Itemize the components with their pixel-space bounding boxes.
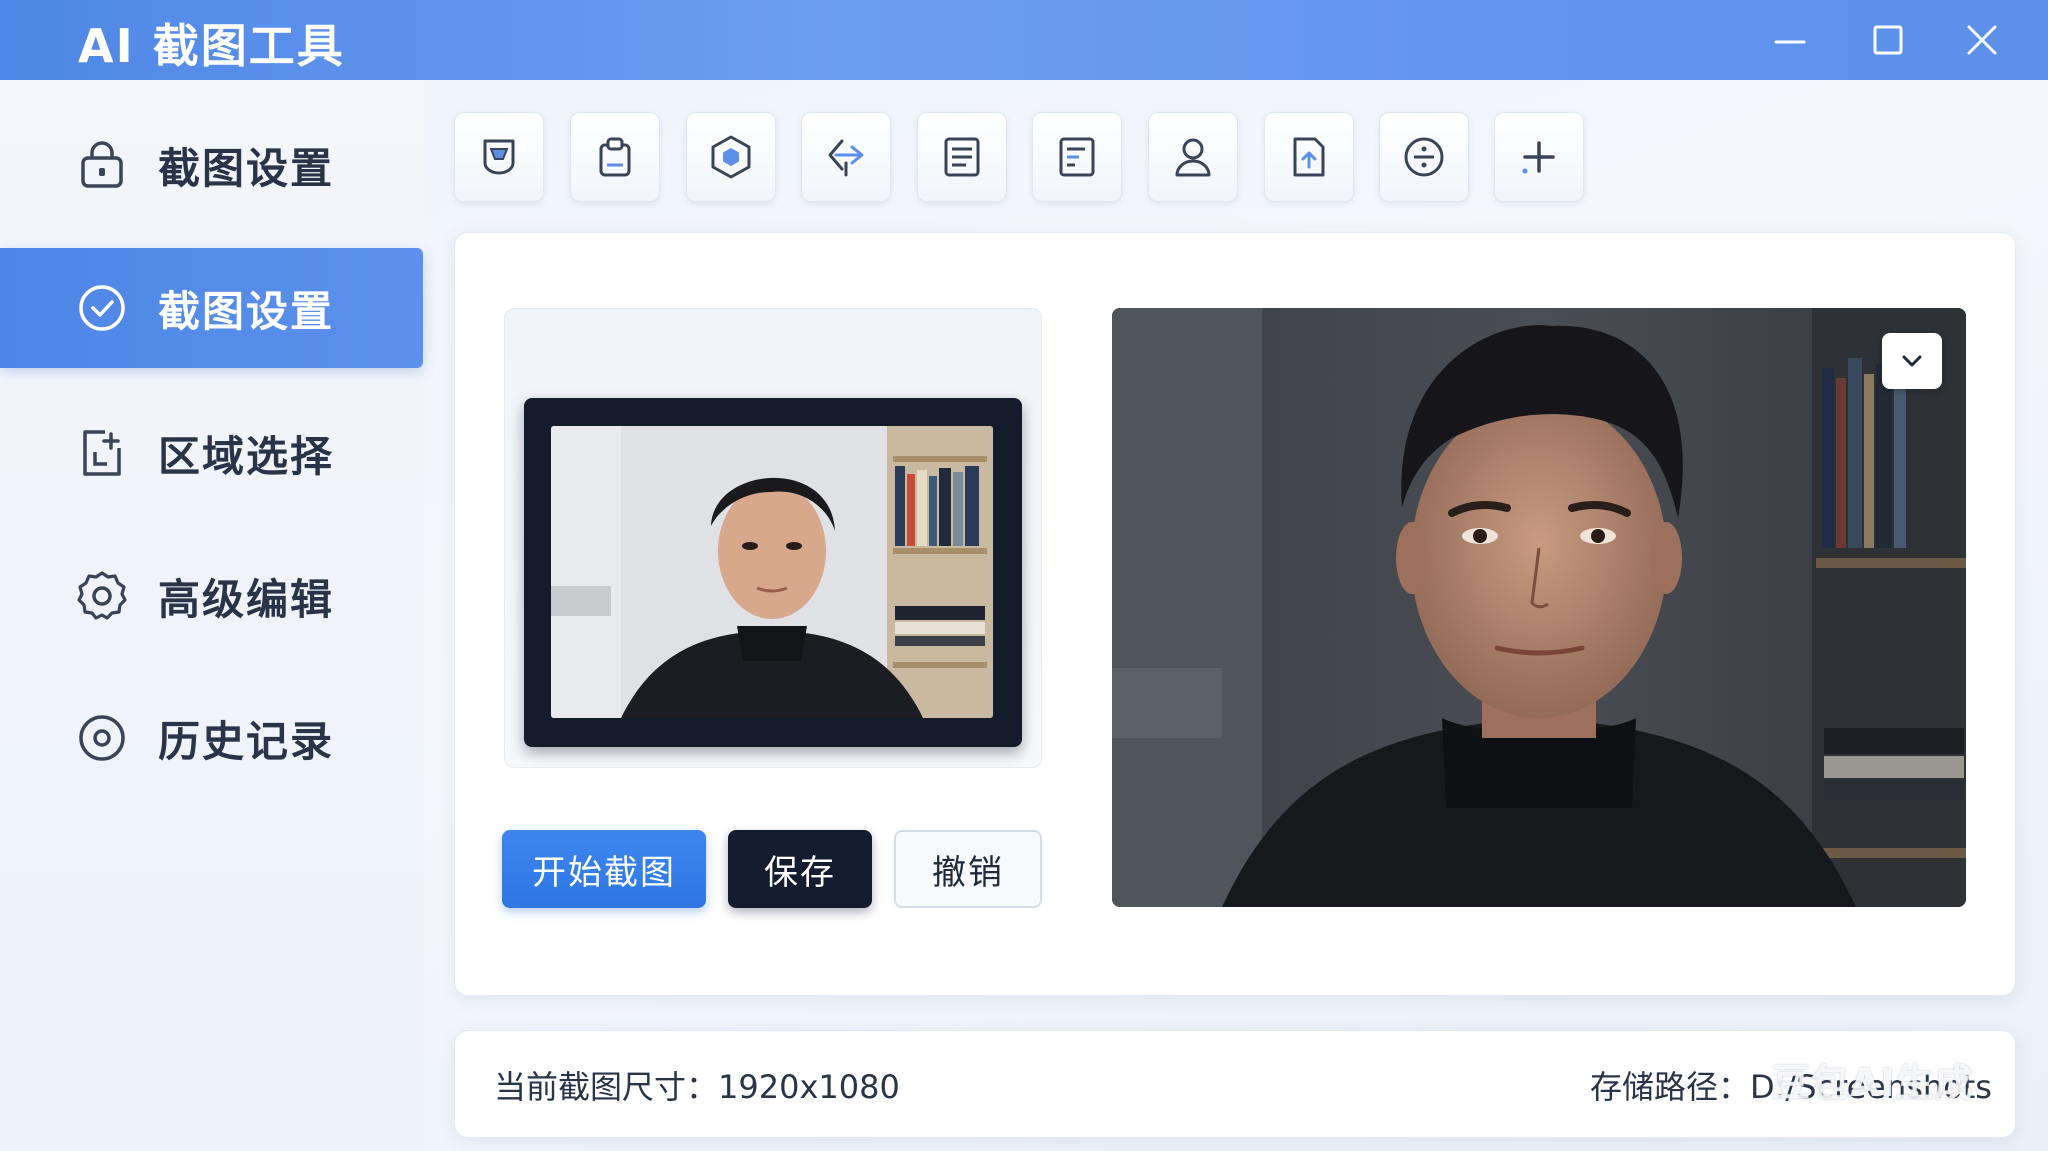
user-icon: [1175, 138, 1211, 177]
maximize-icon: [1873, 25, 1903, 55]
preview-image[interactable]: [1112, 308, 1966, 907]
sidebar-item-label: 高级编辑: [158, 574, 335, 624]
chevron-down-icon: [1902, 355, 1922, 367]
minimize-icon: [1774, 40, 1806, 44]
sidebar-item-label: 截图设置: [158, 286, 335, 336]
tool-shield-button[interactable]: [454, 112, 544, 202]
share-arrow-icon: [828, 139, 864, 177]
tool-hexagon-button[interactable]: [686, 112, 776, 202]
tool-document-button[interactable]: [917, 112, 1007, 202]
title-bar: AI 截图工具: [0, 0, 2048, 80]
divide-circle-icon: [1404, 137, 1444, 177]
notes-icon: [1059, 137, 1095, 177]
close-icon: [1967, 25, 1997, 55]
region-select-icon: [74, 425, 130, 481]
tool-notes-button[interactable]: [1032, 112, 1122, 202]
thumbnail-image[interactable]: [551, 426, 993, 718]
document-icon: [944, 137, 980, 177]
undo-button[interactable]: 撤销: [894, 830, 1042, 908]
settings-gear-icon: [74, 568, 130, 624]
sidebar-item-screenshot-settings-active[interactable]: 截图设置: [0, 248, 423, 368]
maximize-button[interactable]: [1862, 14, 1914, 66]
hexagon-icon: [711, 135, 751, 179]
add-icon: [1522, 141, 1555, 174]
sidebar-item-screenshot-settings[interactable]: 截图设置: [0, 105, 423, 225]
lock-icon: [74, 137, 130, 193]
sidebar-item-history[interactable]: 历史记录: [0, 678, 423, 798]
tool-share-button[interactable]: [801, 112, 891, 202]
file-upload-icon: [1293, 137, 1325, 177]
app-title: AI 截图工具: [78, 19, 345, 73]
sidebar-item-label: 历史记录: [158, 716, 335, 766]
preview-dropdown-button[interactable]: [1882, 333, 1942, 389]
history-icon: [74, 710, 130, 766]
sidebar-item-label: 区域选择: [158, 431, 335, 481]
minimize-button[interactable]: [1764, 14, 1816, 66]
watermark: 豆包AI生成: [1772, 1061, 1974, 1105]
tool-add-button[interactable]: [1494, 112, 1584, 202]
tool-file-upload-button[interactable]: [1264, 112, 1354, 202]
sidebar-item-label: 截图设置: [158, 143, 335, 193]
tool-divide-button[interactable]: [1379, 112, 1469, 202]
close-button[interactable]: [1956, 14, 2008, 66]
clipboard-icon: [599, 137, 631, 177]
shield-icon: [483, 139, 515, 175]
capture-size-text: 当前截图尺寸：1920x1080: [494, 1068, 900, 1106]
save-button[interactable]: 保存: [728, 830, 872, 908]
tool-clipboard-button[interactable]: [570, 112, 660, 202]
sidebar-item-region-select[interactable]: 区域选择: [0, 393, 423, 513]
check-circle-icon: [74, 280, 130, 336]
sidebar-item-advanced-edit[interactable]: 高级编辑: [0, 536, 423, 656]
tool-user-button[interactable]: [1148, 112, 1238, 202]
start-capture-button[interactable]: 开始截图: [502, 830, 706, 908]
